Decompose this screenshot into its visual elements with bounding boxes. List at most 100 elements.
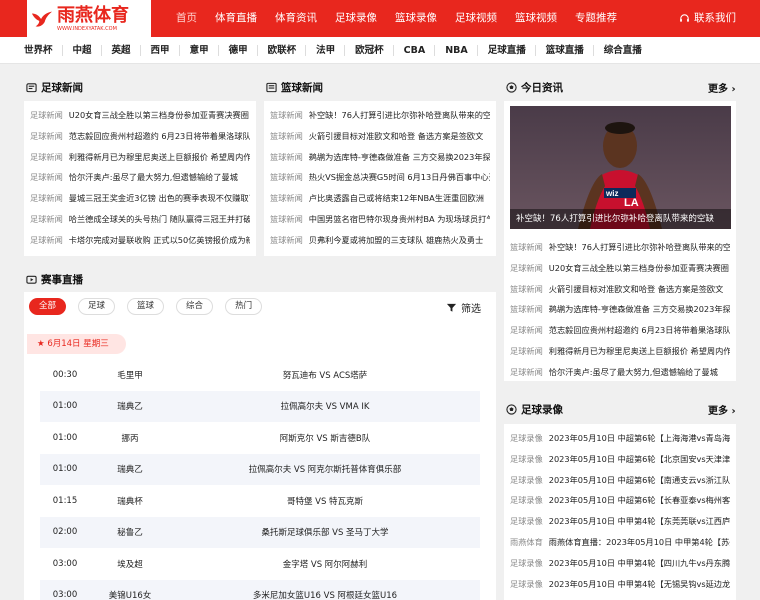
today-more-link[interactable]: 更多 › [708, 80, 736, 95]
news-item[interactable]: 篮球新闻 鹈鹕为选库特-亨德森做准备 三方交易换2023年探花签 [270, 147, 490, 168]
news-headline[interactable]: 2023年05月10日 中超第6轮【上海海港vs青岛海牛】 [549, 433, 730, 443]
filter-chip[interactable]: 全部 [29, 298, 67, 315]
filter-chip[interactable]: 篮球 [127, 298, 165, 315]
league-link[interactable]: 中超 [63, 37, 102, 64]
hero-image[interactable]: wiz LA 补空缺！76人打算引进比尔弥补哈登离队带来的空缺 [510, 106, 731, 229]
nav-item[interactable]: 体育资讯 [266, 0, 326, 37]
match-row[interactable]: 01:15 瑞典杯 哥特堡 VS 特瓦克斯 [40, 485, 480, 517]
news-headline[interactable]: 2023年05月10日 中甲第4轮【四川九牛vs丹东腾跃】 [549, 558, 730, 568]
news-headline[interactable]: 鹈鹕为选库特-亨德森做准备 三方交易换2023年探花签 [549, 304, 730, 314]
news-item[interactable]: 雨燕体育雨燕体育直播：2023年05月10日 中甲第4轮【苏州东吴】 [510, 532, 730, 553]
match-teams[interactable]: 努瓦迪布 VS ACS塔萨 [170, 369, 480, 381]
news-item[interactable]: 足球录像 2023年05月10日 中超第6轮【长春亚泰vs梅州客家】 [510, 490, 730, 511]
news-item[interactable]: 足球录像 2023年05月10日 中超第6轮【上海海港vs青岛海牛】 [510, 428, 730, 449]
news-item[interactable]: 足球新闻 范志毅回应贵州村超邀约 6月23日将带着果洛球队参赛 [30, 126, 250, 147]
news-headline[interactable]: 范志毅回应贵州村超邀约 6月23日将带着果洛球队参赛 [549, 325, 730, 335]
league-link[interactable]: 篮球直播 [536, 37, 594, 64]
news-item[interactable]: 篮球新闻 鹈鹕为选库特-亨德森做准备 三方交易换2023年探花签 [510, 299, 730, 320]
videos-more-link[interactable]: 更多 › [708, 402, 736, 417]
news-headline[interactable]: 贝弗利今夏或将加盟的三支球队 雄鹿热火及勇士 [309, 235, 484, 245]
news-item[interactable]: 足球录像 2023年05月10日 中甲第4轮【四川九牛vs丹东腾跃】 [510, 553, 730, 574]
league-link[interactable]: 足球直播 [478, 37, 536, 64]
news-headline[interactable]: 2023年05月10日 中甲第4轮【无锡吴钩vs延边龙鼎】 [549, 579, 730, 589]
news-item[interactable]: 足球新闻 恰尔汗奥卢:虽尽了最大努力,但遗憾输给了曼城 [30, 167, 250, 188]
news-headline[interactable]: 卡塔尔完成对曼联收购 正式以50亿英镑报价成为新东家 [69, 235, 250, 245]
news-headline[interactable]: 2023年05月10日 中超第6轮【南通支云vs浙江队】 [549, 475, 730, 485]
news-item[interactable]: 足球录像 2023年05月10日 中甲第4轮【无锡吴钩vs延边龙鼎】 [510, 574, 730, 595]
news-headline[interactable]: 范志毅回应贵州村超邀约 6月23日将带着果洛球队参赛 [69, 131, 250, 141]
news-item[interactable]: 足球新闻 哈兰德成全球关的头号热门 随队赢得三冠王并打破纪录 [30, 209, 250, 230]
match-row[interactable]: 01:00 瑞典乙 拉佩高尔夫 VS VMA IK [40, 390, 480, 422]
news-headline[interactable]: 热火VS掘金总决赛G5时间 6月13日丹佛百事中心开打 [309, 172, 490, 182]
news-headline[interactable]: U20女育三战全胜以第三档身份参加亚青赛决赛圈 [69, 110, 249, 120]
league-link[interactable]: 欧冠杯 [345, 37, 394, 64]
news-item[interactable]: 篮球新闻 热火VS掘金总决赛G5时间 6月13日丹佛百事中心开打 [270, 167, 490, 188]
match-row[interactable]: 03:00 埃及超 金字塔 VS 阿尔阿赫利 [40, 548, 480, 580]
league-link[interactable]: 世界杯 [14, 37, 63, 64]
contact-link[interactable]: 联系我们 [679, 0, 736, 37]
news-headline[interactable]: 雨燕体育直播：2023年05月10日 中甲第4轮【苏州东吴】 [549, 537, 730, 547]
match-teams[interactable]: 拉佩高尔夫 VS VMA IK [170, 400, 480, 412]
news-item[interactable]: 篮球新闻 中国男篮名宿巴特尔现身贵州村BA 为现场球员打气 [270, 209, 490, 230]
news-item[interactable]: 足球新闻 恰尔汗奥卢:虽尽了最大努力,但遗憾输给了曼城 [510, 362, 730, 383]
match-teams[interactable]: 桑托斯足球俱乐部 VS 圣马丁大学 [170, 526, 480, 538]
match-teams[interactable]: 金字塔 VS 阿尔阿赫利 [170, 558, 480, 570]
match-row[interactable]: 01:00 瑞典乙 拉佩高尔夫 VS 阿克尔斯托普体育俱乐部 [40, 453, 480, 485]
match-row[interactable]: 01:00 挪丙 阿斯克尔 VS 斯吉德B队 [40, 422, 480, 454]
filter-chip[interactable]: 综合 [176, 298, 214, 315]
news-item[interactable]: 足球录像 2023年05月10日 中超第6轮【南通支云vs浙江队】 [510, 470, 730, 491]
news-headline[interactable]: 2023年05月10日 中超第6轮【北京国安vs天津津门虎】 [549, 454, 730, 464]
news-headline[interactable]: 鹈鹕为选库特-亨德森做准备 三方交易换2023年探花签 [309, 152, 490, 162]
news-headline[interactable]: 哈兰德成全球关的头号热门 随队赢得三冠王并打破纪录 [69, 214, 250, 224]
news-headline[interactable]: 利雅得新月已为穆里尼奥送上巨额报价 希望周内作出决定 [69, 152, 250, 162]
league-link[interactable]: CBA [394, 37, 436, 64]
league-link[interactable]: 西甲 [141, 37, 180, 64]
match-teams[interactable]: 哥特堡 VS 特瓦克斯 [170, 495, 480, 507]
news-headline[interactable]: 中国男篮名宿巴特尔现身贵州村BA 为现场球员打气 [309, 214, 490, 224]
league-link[interactable]: NBA [435, 37, 478, 64]
nav-item[interactable]: 首页 [167, 0, 206, 37]
news-headline[interactable]: 火箭引援目标对准欧文和哈登 备选方案是签欧文 [309, 131, 484, 141]
news-headline[interactable]: U20女育三战全胜以第三档身份参加亚青赛决赛圈 [549, 263, 729, 273]
league-link[interactable]: 法甲 [306, 37, 346, 64]
news-headline[interactable]: 2023年05月10日 中甲第4轮【东莞莞联vs江西庐山】 [549, 516, 730, 526]
news-item[interactable]: 足球新闻 U20女育三战全胜以第三档身份参加亚青赛决赛圈 [30, 105, 250, 126]
news-item[interactable]: 足球新闻利雅得新月已为穆里尼奥送上巨额报价 希望周内作出决定 [510, 341, 730, 362]
news-item[interactable]: 篮球新闻 贝弗利今夏或将加盟的三支球队 雄鹿热火及勇士 [270, 230, 490, 251]
match-row[interactable]: 03:00 美锦U16女 多米尼加女篮U16 VS 阿根廷女篮U16 [40, 579, 480, 600]
news-headline[interactable]: 火箭引援目标对准欧文和哈登 备选方案是签欧文 [549, 284, 724, 294]
news-item[interactable]: 篮球新闻 火箭引援目标对准欧文和哈登 备选方案是签欧文 [510, 279, 730, 300]
filter-button[interactable]: 筛选 [446, 300, 481, 315]
news-headline[interactable]: 2023年05月10日 中超第6轮【长春亚泰vs梅州客家】 [549, 495, 730, 505]
news-item[interactable]: 足球新闻 卡塔尔完成对曼联收购 正式以50亿英镑报价成为新东家 [30, 230, 250, 251]
match-row[interactable]: 02:00 秘鲁乙 桑托斯足球俱乐部 VS 圣马丁大学 [40, 516, 480, 548]
news-headline[interactable]: 利雅得新月已为穆里尼奥送上巨额报价 希望周内作出决定 [549, 346, 730, 356]
filter-chip[interactable]: 热门 [225, 298, 263, 315]
nav-item[interactable]: 足球录像 [326, 0, 386, 37]
news-item[interactable]: 足球新闻 范志毅回应贵州村超邀约 6月23日将带着果洛球队参赛 [510, 320, 730, 341]
nav-item[interactable]: 体育直播 [206, 0, 266, 37]
news-item[interactable]: 足球录像 2023年05月10日 中甲第4轮【东莞莞联vs江西庐山】 [510, 511, 730, 532]
news-headline[interactable]: 恰尔汗奥卢:虽尽了最大努力,但遗憾输给了曼城 [549, 367, 718, 377]
news-item[interactable]: 篮球新闻 卢比奥透露自己或将结束12年NBA生涯重回欧洲 [270, 188, 490, 209]
news-headline[interactable]: 卢比奥透露自己或将结束12年NBA生涯重回欧洲 [309, 193, 484, 203]
nav-item[interactable]: 篮球录像 [386, 0, 446, 37]
match-row[interactable]: 00:30 毛里甲 努瓦迪布 VS ACS塔萨 [40, 359, 480, 391]
news-item[interactable]: 篮球新闻 补空缺！76人打算引进比尔弥补哈登离队带来的空缺 [510, 237, 730, 258]
match-teams[interactable]: 拉佩高尔夫 VS 阿克尔斯托普体育俱乐部 [170, 463, 480, 475]
site-logo[interactable]: 雨燕体育 WWW.INDEXYATAK.COM [27, 0, 151, 37]
match-teams[interactable]: 阿斯克尔 VS 斯吉德B队 [170, 432, 480, 444]
news-item[interactable]: 足球新闻利雅得新月已为穆里尼奥送上巨额报价 希望周内作出决定 [30, 147, 250, 168]
league-link[interactable]: 德甲 [219, 37, 258, 64]
news-item[interactable]: 篮球新闻 补空缺！76人打算引进比尔弥补哈登离队带来的空缺 [270, 105, 490, 126]
news-headline[interactable]: 补空缺！76人打算引进比尔弥补哈登离队带来的空缺 [309, 110, 490, 120]
news-item[interactable]: 足球录像 2023年05月10日 中超第6轮【北京国安vs天津津门虎】 [510, 449, 730, 470]
news-headline[interactable]: 曼城三冠王奖金近3亿镑 出色的赛季表现不仅赚取了荣誉 [69, 193, 250, 203]
nav-item[interactable]: 专题推荐 [566, 0, 626, 37]
nav-item[interactable]: 足球视频 [446, 0, 506, 37]
match-teams[interactable]: 多米尼加女篮U16 VS 阿根廷女篮U16 [170, 589, 480, 600]
filter-chip[interactable]: 足球 [78, 298, 116, 315]
news-item[interactable]: 足球新闻 U20女育三战全胜以第三档身份参加亚青赛决赛圈 [510, 258, 730, 279]
news-item[interactable]: 足球新闻曼城三冠王奖金近3亿镑 出色的赛季表现不仅赚取了荣誉 [30, 188, 250, 209]
league-link[interactable]: 意甲 [180, 37, 219, 64]
